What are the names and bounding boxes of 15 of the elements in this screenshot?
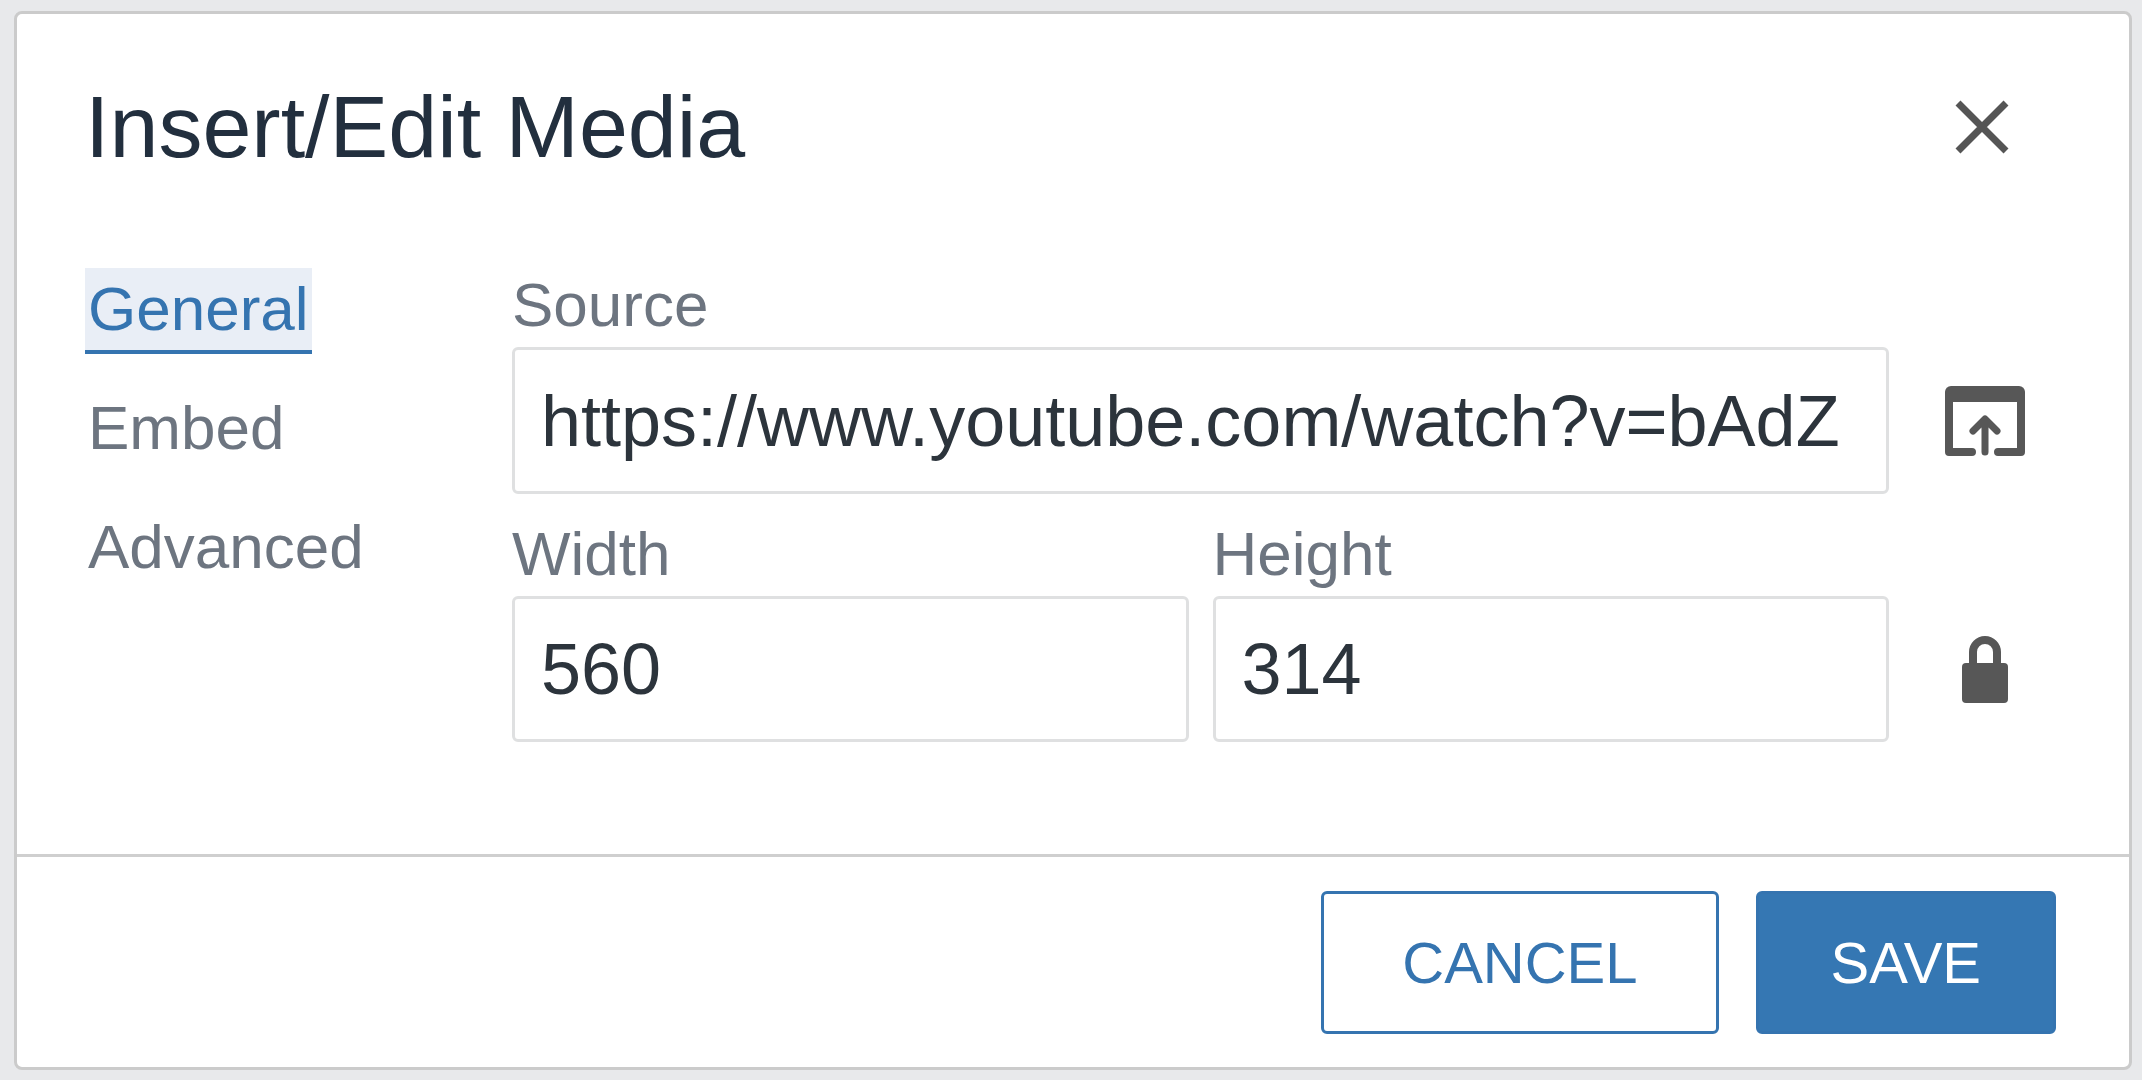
save-button[interactable]: SAVE	[1755, 891, 2056, 1034]
tab[interactable]: Advanced	[85, 506, 367, 592]
field-label: Source	[512, 269, 709, 341]
cancel-button[interactable]: CANCEL	[1321, 891, 1719, 1034]
lock-icon[interactable]	[1961, 635, 2008, 703]
tab[interactable]: Embed	[85, 387, 288, 473]
field-label: Height	[1212, 518, 1392, 590]
tab[interactable]: General	[85, 268, 312, 354]
field-label: Width	[512, 518, 671, 590]
dialog-title: Insert/Edit Media	[85, 76, 746, 178]
text-field[interactable]: https://www.youtube.com/watch?v=bAdZ	[512, 347, 1889, 494]
text-field[interactable]: 560	[512, 596, 1189, 742]
close-icon[interactable]	[1954, 99, 2010, 155]
text-field[interactable]: 314	[1212, 596, 1889, 742]
upload-icon[interactable]	[1944, 385, 2025, 456]
